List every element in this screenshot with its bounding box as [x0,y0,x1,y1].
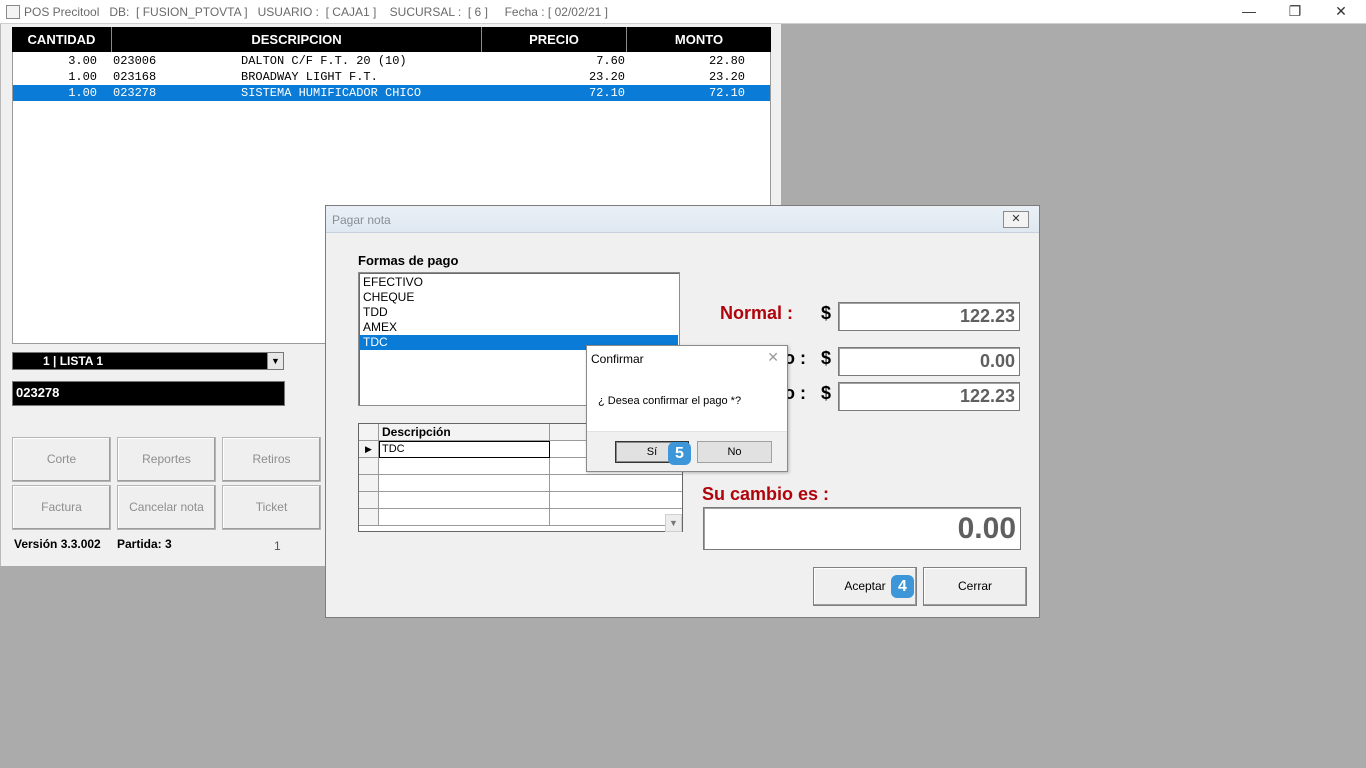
cell-desc: DALTON C/F F.T. 20 (10) [241,54,407,68]
price-list-select[interactable]: 1 | LISTA 1 ▼ [12,352,284,370]
close-icon[interactable]: ✕ [767,349,779,366]
amount-field-2[interactable]: 0.00 [838,347,1020,376]
list-item[interactable]: AMEX [360,320,678,335]
grid-corner [359,424,379,441]
dialog-title-bar: Pagar nota ✕ [326,206,1039,233]
chevron-down-icon[interactable]: ▼ [267,353,283,369]
cell-qty: 1.00 [68,86,97,100]
cell-precio: 23.20 [588,70,625,84]
row-header [359,458,379,475]
currency-symbol: $ [821,383,832,403]
step-badge-4: 4 [891,575,914,598]
grid-cell-descripcion[interactable]: TDC [379,441,550,458]
dialog-title: Pagar nota [332,213,391,227]
cell-precio: 72.10 [588,86,625,100]
price-list-value: 1 | LISTA 1 [43,354,104,368]
page-number: 1 [274,539,281,553]
product-code-input[interactable]: 023278 [12,381,285,406]
formas-de-pago-label: Formas de pago [358,253,459,268]
app-icon [6,5,20,19]
cell-precio: 7.60 [596,54,625,68]
currency-symbol: $ [821,303,832,323]
cell-qty: 1.00 [68,70,97,84]
row-header [359,475,379,492]
factura-button[interactable]: Factura [12,485,111,530]
list-item[interactable]: CHEQUE [360,290,678,305]
list-item[interactable]: EFECTIVO [360,275,678,290]
confirm-message: ¿ Desea confirmar el pago *? [598,395,742,407]
confirm-title: Confirmar [591,352,644,366]
grid-cell[interactable] [379,475,550,492]
cell-monto: 22.80 [708,54,745,68]
title-bar: POS Precitool DB: [ FUSION_PTOVTA ] USUA… [0,0,1366,24]
row-header [359,509,379,526]
cambio-label: Su cambio es : [702,484,830,504]
header-precio[interactable]: PRECIO [482,27,627,52]
normal-label: Normal : [720,303,794,323]
grid-cell[interactable] [379,458,550,475]
header-cantidad[interactable]: CANTIDAD [12,27,112,52]
confirmar-dialog: Confirmar ✕ ¿ Desea confirmar el pago *?… [586,345,788,472]
table-row-selected[interactable]: 1.00 023278 SISTEMA HUMIFICADOR CHICO 72… [13,85,770,101]
grid-cell[interactable] [379,509,550,526]
step-badge-5: 5 [668,442,691,465]
scroll-down-icon[interactable]: ▼ [665,514,682,532]
cell-code: 023278 [113,86,157,100]
no-button[interactable]: No [697,441,772,463]
cerrar-button[interactable]: Cerrar [923,567,1027,606]
cancelar-nota-button[interactable]: Cancelar nota [117,485,216,530]
close-window-button[interactable]: ✕ [1318,0,1364,24]
partida-label: Partida: 3 [117,537,172,551]
cambio-amount-field: 0.00 [703,507,1021,550]
grid-cell[interactable] [550,509,682,526]
amount-field-3[interactable]: 122.23 [838,382,1020,411]
cell-code: 023006 [113,54,157,68]
confirm-footer: Sí 5 No [587,431,787,471]
grid-cell[interactable] [550,475,682,492]
corte-button[interactable]: Corte [12,437,111,482]
cell-code: 023168 [113,70,157,84]
reportes-button[interactable]: Reportes [117,437,216,482]
row-header [359,492,379,509]
row-pointer-icon: ▶ [359,441,379,458]
window-title: POS Precitool DB: [ FUSION_PTOVTA ] USUA… [24,5,608,19]
normal-amount-field[interactable]: 122.23 [838,302,1020,331]
header-descripcion[interactable]: DESCRIPCION [112,27,482,52]
grid-cell[interactable] [550,492,682,509]
list-item[interactable]: TDD [360,305,678,320]
cell-desc: BROADWAY LIGHT F.T. [241,70,378,84]
cell-qty: 3.00 [68,54,97,68]
ticket-button[interactable]: Ticket [222,485,321,530]
header-monto[interactable]: MONTO [627,27,771,52]
cell-monto: 72.10 [708,86,745,100]
minimize-button[interactable]: — [1226,0,1272,24]
version-label: Versión 3.3.002 [14,537,101,551]
close-icon[interactable]: ✕ [1003,211,1029,228]
cell-desc: SISTEMA HUMIFICADOR CHICO [241,86,422,100]
grid-cell[interactable] [379,492,550,509]
currency-symbol: $ [821,348,832,368]
grid-header-descripcion[interactable]: Descripción [379,424,550,441]
sale-grid-header: CANTIDAD DESCRIPCION PRECIO MONTO [12,27,771,52]
retiros-button[interactable]: Retiros [222,437,321,482]
cell-monto: 23.20 [708,70,745,84]
restore-button[interactable]: ❐ [1272,0,1318,24]
table-row[interactable]: 3.00 023006 DALTON C/F F.T. 20 (10) 7.60… [13,53,770,69]
table-row[interactable]: 1.00 023168 BROADWAY LIGHT F.T. 23.20 23… [13,69,770,85]
